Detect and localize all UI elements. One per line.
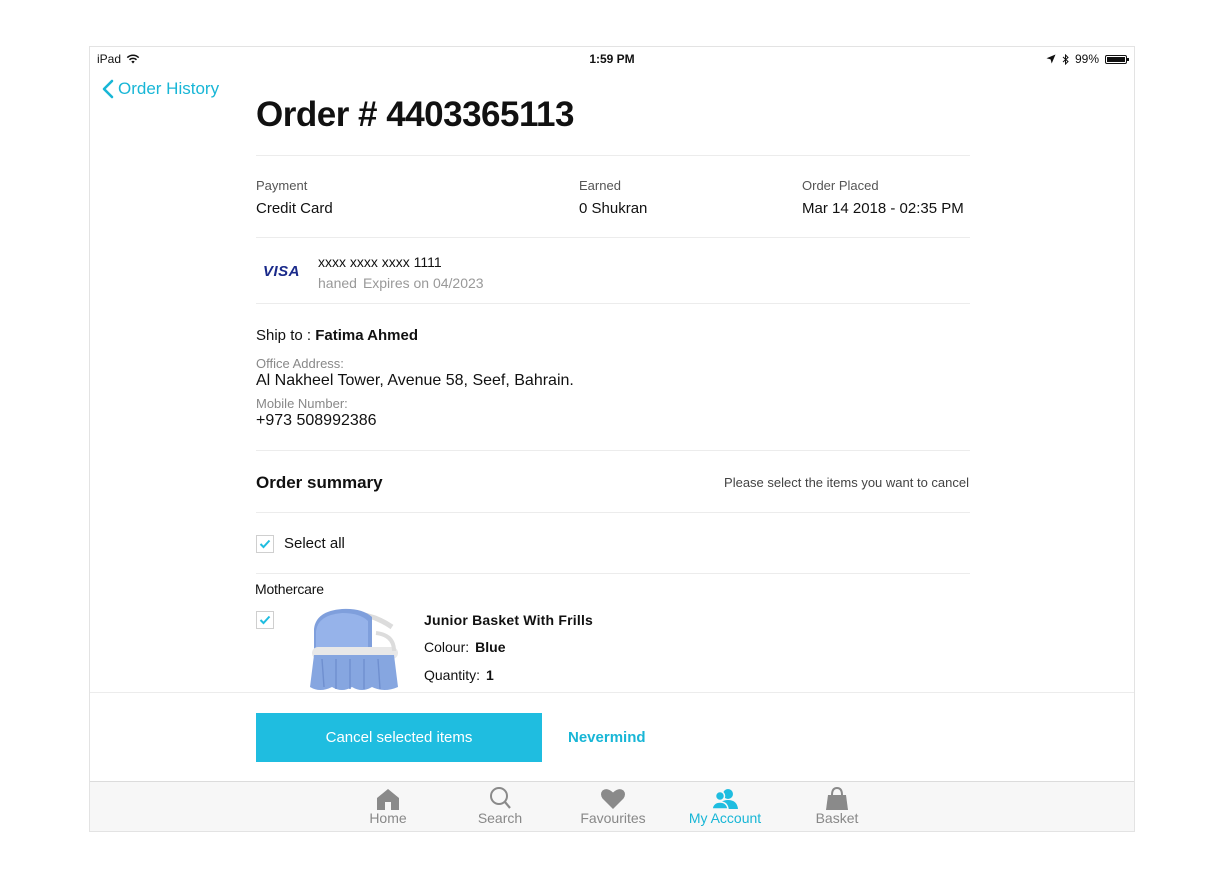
battery-icon [1105, 54, 1129, 64]
product-colour: Colour: Blue [424, 639, 505, 655]
status-bar: iPad 1:59 PM 99% [90, 47, 1134, 71]
status-time: 1:59 PM [589, 52, 635, 66]
divider [256, 573, 970, 574]
ipad-screen: iPad 1:59 PM 99% Order History Order # 4… [89, 46, 1135, 832]
tab-search[interactable]: Search [455, 786, 545, 826]
divider [256, 512, 970, 513]
order-placed-value: Mar 14 2018 - 02:35 PM [802, 200, 964, 217]
home-icon [377, 789, 399, 810]
tab-label: Search [477, 810, 523, 826]
ship-to: Ship to : Fatima Ahmed [256, 327, 418, 344]
card-expiry: Expires on 04/2023 [362, 275, 484, 291]
product-image [310, 608, 398, 690]
footer-divider [90, 692, 1134, 693]
address-label: Office Address: [256, 356, 344, 371]
chevron-left-icon [102, 79, 114, 99]
order-summary-title: Order summary [256, 473, 383, 492]
search-icon [490, 787, 511, 809]
heart-icon [601, 789, 625, 809]
card-holder: haned [318, 275, 357, 291]
tab-label: My Account [688, 810, 762, 826]
check-icon [259, 615, 271, 625]
earned-label: Earned [579, 178, 621, 193]
quantity-value: 1 [486, 667, 494, 683]
product-quantity: Quantity: 1 [424, 667, 494, 683]
seller-logo: Mothercare [255, 581, 324, 597]
order-summary-hint: Please select the items you want to canc… [724, 475, 969, 490]
location-arrow-icon [1046, 54, 1056, 64]
divider [256, 155, 970, 156]
address-value: Al Nakheel Tower, Avenue 58, Seef, Bahra… [256, 372, 574, 389]
ship-to-name: Fatima Ahmed [315, 327, 419, 344]
card-details: haned Expires on 04/2023 [318, 275, 484, 291]
payment-label: Payment [256, 178, 308, 193]
divider [256, 450, 970, 451]
page-title: Order # 4403365113 [256, 95, 574, 134]
earned-value: 0 Shukran [579, 200, 648, 217]
quantity-label: Quantity: [424, 667, 481, 683]
check-icon [259, 539, 271, 549]
bluetooth-icon [1062, 53, 1069, 65]
tab-basket[interactable]: Basket [792, 786, 882, 826]
colour-value: Blue [475, 639, 506, 655]
card-number: xxxx xxxx xxxx 1111 [318, 254, 442, 270]
select-all-label: Select all [284, 535, 345, 552]
tab-favourites[interactable]: Favourites [568, 786, 658, 826]
item-checkbox[interactable] [256, 611, 274, 629]
divider [256, 237, 970, 238]
tab-label: Favourites [580, 810, 646, 826]
back-label: Order History [118, 79, 220, 98]
select-all-checkbox[interactable] [256, 535, 274, 553]
mobile-value: +973 508992386 [256, 412, 377, 429]
product-name: Junior Basket With Frills [424, 612, 594, 628]
tab-my-account[interactable]: My Account [680, 786, 770, 826]
battery-percent: 99% [1074, 52, 1099, 66]
battery-fill [1107, 56, 1125, 62]
tab-home[interactable]: Home [343, 786, 433, 826]
payment-value: Credit Card [256, 200, 333, 217]
cancel-selected-items-button[interactable]: Cancel selected items [256, 713, 542, 762]
tab-label: Basket [815, 810, 859, 826]
back-button[interactable]: Order History [102, 79, 219, 99]
status-right: 99% [1046, 52, 1129, 66]
colour-label: Colour: [424, 639, 470, 655]
tab-label: Home [369, 810, 407, 826]
ship-to-label: Ship to : [256, 327, 312, 344]
order-placed-label: Order Placed [802, 178, 879, 193]
tab-bar: Home Search Favourites My Account Basket [90, 781, 1134, 831]
nevermind-button[interactable]: Nevermind [568, 729, 646, 746]
basket-icon [826, 786, 848, 810]
account-icon [711, 789, 738, 810]
divider [256, 303, 970, 304]
visa-logo: VISA [263, 263, 301, 280]
mobile-label: Mobile Number: [256, 396, 348, 411]
